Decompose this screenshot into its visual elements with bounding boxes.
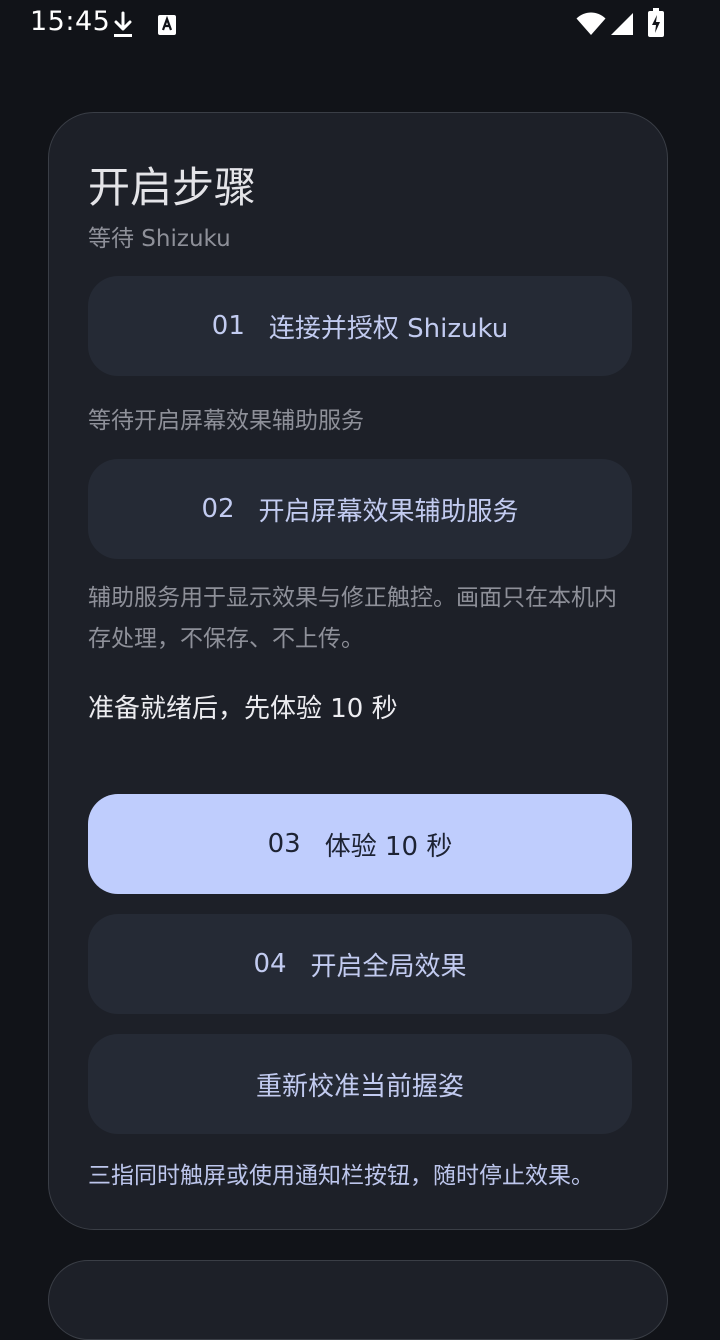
enable-accessibility-service-button[interactable]: 02 开启屏幕效果辅助服务	[88, 459, 632, 559]
privacy-note: 辅助服务用于显示效果与修正触控。画面只在本机内存处理，不保存、不上传。	[88, 585, 617, 652]
enable-global-effect-button[interactable]: 04 开启全局效果	[88, 914, 632, 1014]
step-label: 开启屏幕效果辅助服务	[258, 496, 519, 527]
step-label: 体验 10 秒	[324, 831, 453, 862]
try-10-seconds-button[interactable]: 03 体验 10 秒	[88, 794, 632, 894]
wifi-icon	[576, 12, 606, 35]
step-number: 01	[211, 311, 245, 341]
status-time: 15:45	[30, 6, 111, 37]
step2-hint: 等待开启屏幕效果辅助服务	[88, 408, 364, 434]
card-subtitle: 等待 Shizuku	[88, 226, 231, 252]
battery-charging-icon	[648, 8, 664, 37]
status-bar: 15:45	[0, 0, 720, 48]
signal-icon	[611, 13, 633, 35]
stop-hint: 三指同时触屏或使用通知栏按钮，随时停止效果。	[88, 1163, 594, 1189]
button-label: 重新校准当前握姿	[255, 1071, 464, 1102]
step-number: 03	[267, 829, 301, 859]
next-card	[48, 1260, 668, 1340]
recalibrate-grip-button[interactable]: 重新校准当前握姿	[88, 1034, 632, 1134]
ready-text: 准备就绪后，先体验 10 秒	[88, 694, 398, 724]
a-notification-icon	[158, 15, 176, 35]
step-number: 02	[201, 494, 235, 524]
connect-shizuku-button[interactable]: 01 连接并授权 Shizuku	[88, 276, 632, 376]
download-icon	[114, 11, 132, 37]
step-label: 连接并授权 Shizuku	[268, 313, 509, 344]
card-title: 开启步骤	[88, 163, 257, 212]
step-number: 04	[253, 949, 287, 979]
step-label: 开启全局效果	[310, 951, 467, 982]
